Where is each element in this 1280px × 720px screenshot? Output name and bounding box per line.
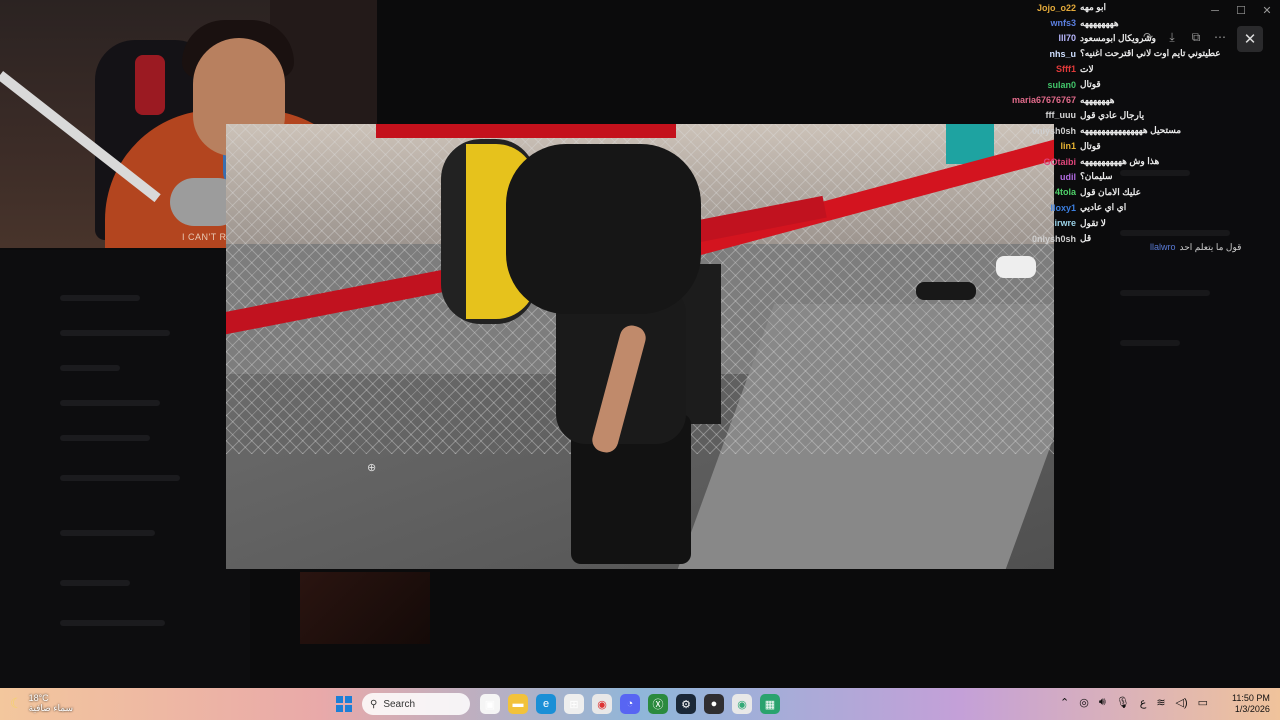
steam-icon[interactable]: ⚙: [676, 694, 696, 714]
taskbar: ☾ 18°C سماء صافية ⚲ Search ▣ ▬ e ⊞ ◉ ◔ Ⓧ…: [0, 688, 1280, 720]
chat-text: عليك الامان قول: [1080, 186, 1141, 197]
chat-text: وشرويكال ابومسعود: [1080, 32, 1156, 43]
xbox-icon[interactable]: Ⓧ: [648, 694, 668, 714]
side-chat-message: llalwro قول ما يتعلم احد: [1150, 242, 1241, 253]
discord-icon[interactable]: ◔: [620, 694, 640, 714]
chat-username[interactable]: 0nlysh0sh: [1032, 126, 1076, 136]
start-button[interactable]: [336, 696, 352, 712]
chat-text: مستحيل هههههههههههههههه: [1080, 125, 1182, 136]
chat-text: هههههههه: [1080, 94, 1115, 105]
chat-text: قوتال: [1080, 140, 1101, 151]
screen: ─ ☐ ✕ ↷ ⤓ ⧉ ⋯ ✕ I CAN'T REMEMBER NAMES: [0, 0, 1280, 720]
wifi-icon[interactable]: ≋: [1156, 696, 1165, 709]
chat-username[interactable]: lll70: [1058, 33, 1076, 43]
weather-desc: سماء صافية: [28, 703, 74, 713]
file-explorer-icon[interactable]: ▬: [508, 694, 528, 714]
chat-message: udil سليمان؟: [990, 169, 1220, 184]
chevron-up-icon[interactable]: ⌃: [1060, 696, 1069, 709]
chat-text: سليمان؟: [1080, 171, 1113, 182]
chat-message: irwre لا تقول: [990, 215, 1220, 230]
chat-text: هذا وش ههههههههههه: [1080, 156, 1160, 167]
chat-overlay: Jojo_o22 ابو مهه wnfs3 ههههههههه lll70 وشرويك…: [990, 0, 1220, 246]
chat-username[interactable]: 0nlysh0sh: [1032, 234, 1076, 244]
store-icon[interactable]: ⊞: [564, 694, 584, 714]
mic-icon[interactable]: 🎙︎: [1116, 696, 1130, 709]
chat-message: Jojo_o22 ابو مهه: [990, 0, 1220, 15]
search-icon: ⚲: [370, 698, 378, 710]
chat-text: لا تقول: [1080, 217, 1106, 228]
weather-widget[interactable]: ☾ 18°C سماء صافية: [10, 693, 73, 713]
browser-icon[interactable]: ◉: [732, 694, 752, 714]
volume-tray-icon[interactable]: 🔊︎: [1099, 696, 1106, 709]
background-thumbnail: [300, 572, 430, 644]
chat-username[interactable]: lloxy1: [1050, 203, 1076, 213]
speaker-icon[interactable]: ◁): [1176, 696, 1188, 709]
clock-date: 1/3/2026: [1234, 704, 1270, 714]
chat-username[interactable]: GOtaibi: [1043, 157, 1076, 167]
chat-username: llalwro: [1150, 242, 1176, 252]
chat-message: lloxy1 اي اي عاديي: [990, 200, 1220, 215]
weather-temp: 18°C: [28, 693, 49, 703]
task-view-icon[interactable]: ▣: [480, 694, 500, 714]
chat-message: Sfff1 لات: [990, 62, 1220, 77]
chat-username[interactable]: wnfs3: [1050, 18, 1076, 28]
chat-message: lin1 قوتال: [990, 139, 1220, 154]
chat-text: ليش اعطيتوني تايم اوت لاني اقترحت اغنيه؟: [1080, 48, 1220, 59]
chat-text: يارجال عادي قول: [1080, 109, 1145, 120]
chat-username[interactable]: irwre: [1054, 218, 1076, 228]
chat-text: قوتال: [1080, 79, 1101, 90]
tray-app-icon[interactable]: ◎: [1079, 696, 1089, 709]
chat-username[interactable]: maria67676767: [1012, 95, 1076, 105]
chat-username[interactable]: nhs_u: [1049, 49, 1076, 59]
obs-icon[interactable]: ●: [704, 694, 724, 714]
chat-message: maria67676767 هههههههه: [990, 92, 1220, 107]
maximize-button[interactable]: ☐: [1228, 2, 1254, 20]
chat-username[interactable]: fff_uuu: [1046, 110, 1077, 120]
chat-username[interactable]: 4tola: [1055, 187, 1076, 197]
chat-username[interactable]: lin1: [1060, 141, 1076, 151]
chat-username[interactable]: Jojo_o22: [1037, 3, 1076, 13]
zoom-cursor-icon: ⊕: [367, 462, 377, 474]
system-tray: ⌃ ◎ 🔊︎ 🎙︎ ع ≋ ◁) ▭: [1060, 696, 1208, 709]
chat-text: ههههههههه: [1080, 17, 1119, 28]
chat-username[interactable]: sulan0: [1047, 80, 1076, 90]
search-label: Search: [383, 698, 416, 710]
chat-text: قول ما يتعلم احد: [1179, 242, 1242, 252]
chat-message: 0nlysh0sh مستحيل هههههههههههههههه: [990, 123, 1220, 138]
chat-username[interactable]: Sfff1: [1056, 64, 1076, 74]
background-sidebar: [0, 250, 250, 688]
app-icon[interactable]: ▦: [760, 694, 780, 714]
clock[interactable]: 11:50 PM 1/3/2026: [1232, 693, 1270, 715]
chat-text: اي اي عاديي: [1080, 202, 1127, 213]
taskbar-search[interactable]: ⚲ Search: [362, 693, 470, 715]
battery-icon[interactable]: ▭: [1198, 696, 1208, 709]
chrome-icon[interactable]: ◉: [592, 694, 612, 714]
chat-message: wnfs3 ههههههههه: [990, 15, 1220, 30]
chat-message: fff_uuu يارجال عادي قول: [990, 108, 1220, 123]
language-indicator[interactable]: ع: [1140, 696, 1147, 709]
chat-text: ابو مهه: [1080, 2, 1106, 13]
window-close-button[interactable]: ✕: [1254, 2, 1280, 20]
chat-text: لات: [1080, 63, 1094, 74]
taskbar-apps: ▣ ▬ e ⊞ ◉ ◔ Ⓧ ⚙ ● ◉ ▦: [480, 694, 780, 714]
chat-message: lll70 وشرويكال ابومسعود: [990, 31, 1220, 46]
chat-message: GOtaibi هذا وش ههههههههههه: [990, 154, 1220, 169]
clock-time: 11:50 PM: [1232, 693, 1270, 703]
moon-icon: ☾: [10, 694, 23, 711]
video-player[interactable]: [226, 124, 1054, 569]
chat-username[interactable]: udil: [1060, 172, 1076, 182]
edge-icon[interactable]: e: [536, 694, 556, 714]
popup-close-button[interactable]: ✕: [1237, 26, 1263, 52]
chat-message: sulan0 قوتال: [990, 77, 1220, 92]
chat-message: 4tola عليك الامان قول: [990, 185, 1220, 200]
chat-message: nhs_u ليش اعطيتوني تايم اوت لاني اقترحت ا…: [990, 46, 1220, 61]
